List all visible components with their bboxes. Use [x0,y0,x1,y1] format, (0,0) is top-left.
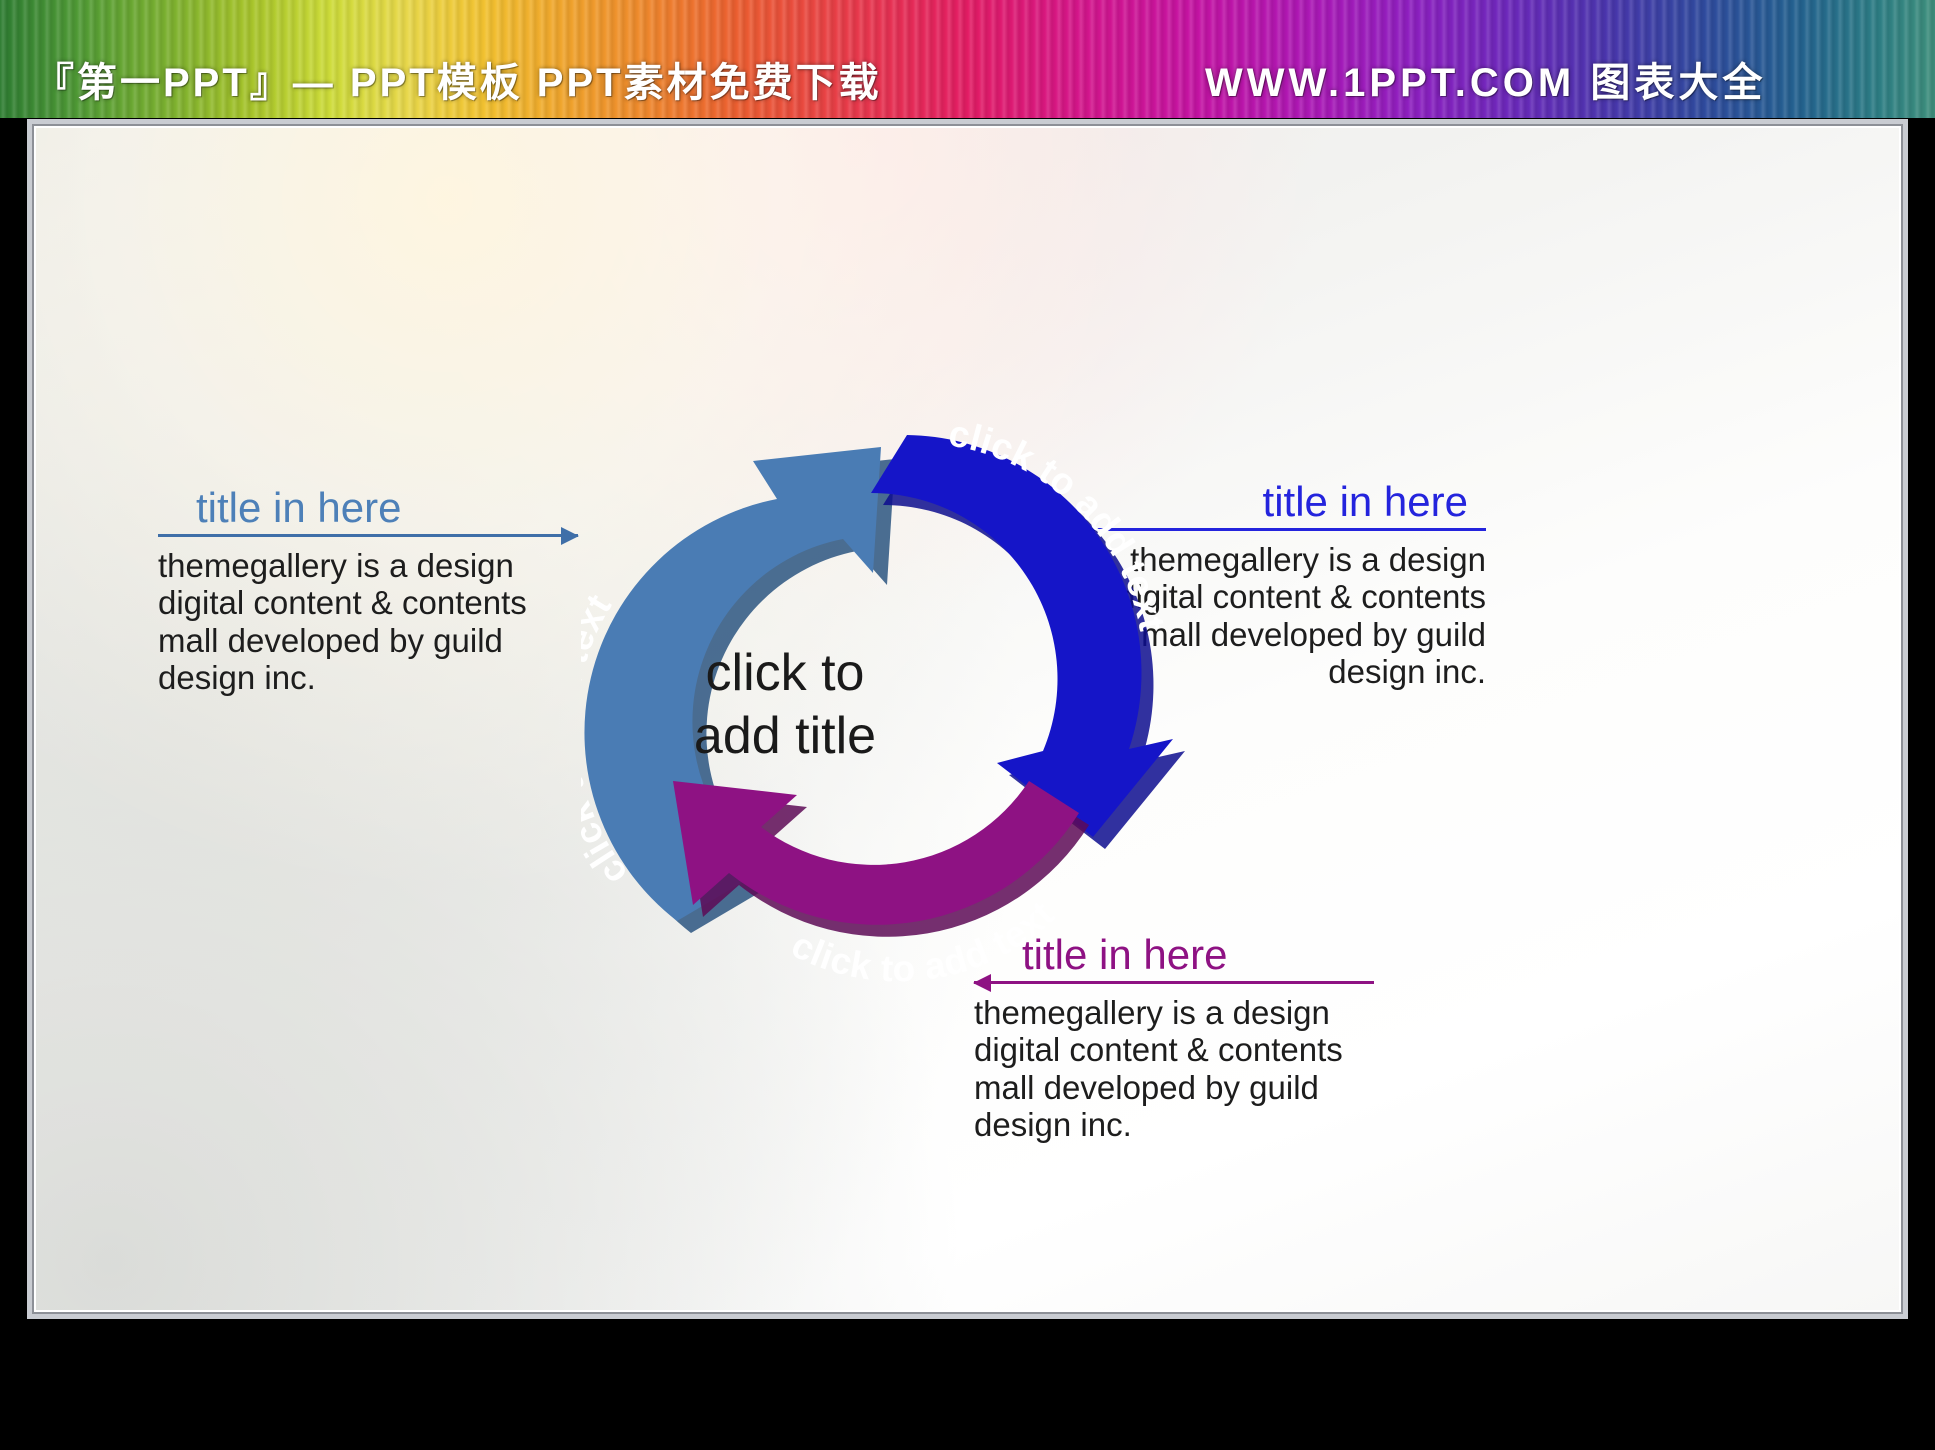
slide-page: 『第一PPT』— PPT模板 PPT素材免费下载 WWW.1PPT.COM 图表… [0,0,1935,1450]
arc-dark-body [871,435,1173,837]
site-banner: 『第一PPT』— PPT模板 PPT素材免费下载 WWW.1PPT.COM 图表… [0,0,1935,118]
banner-text-row: 『第一PPT』— PPT模板 PPT素材免费下载 WWW.1PPT.COM 图表… [0,48,1935,110]
block-left-rule [158,534,578,538]
block-left-rule-wrap [158,527,579,546]
block-left-title: title in here [196,484,402,531]
slide-canvas: title in here themegallery is a design d… [36,128,1899,1310]
text-block-left[interactable]: title in here themegallery is a design d… [158,484,579,696]
center-title[interactable]: click to add title [630,642,940,769]
arc-arrow-purple[interactable]: click to add text [673,781,1089,989]
arrow-right-icon [561,527,579,546]
slide-frame: title in here themegallery is a design d… [27,119,1908,1319]
banner-url-text: WWW.1PPT.COM 图表大全 [1205,61,1767,105]
banner-brand-text: 『第一PPT』— PPT模板 PPT素材免费下载 [34,61,882,105]
block-left-body: themegallery is a design digital content… [158,547,527,696]
